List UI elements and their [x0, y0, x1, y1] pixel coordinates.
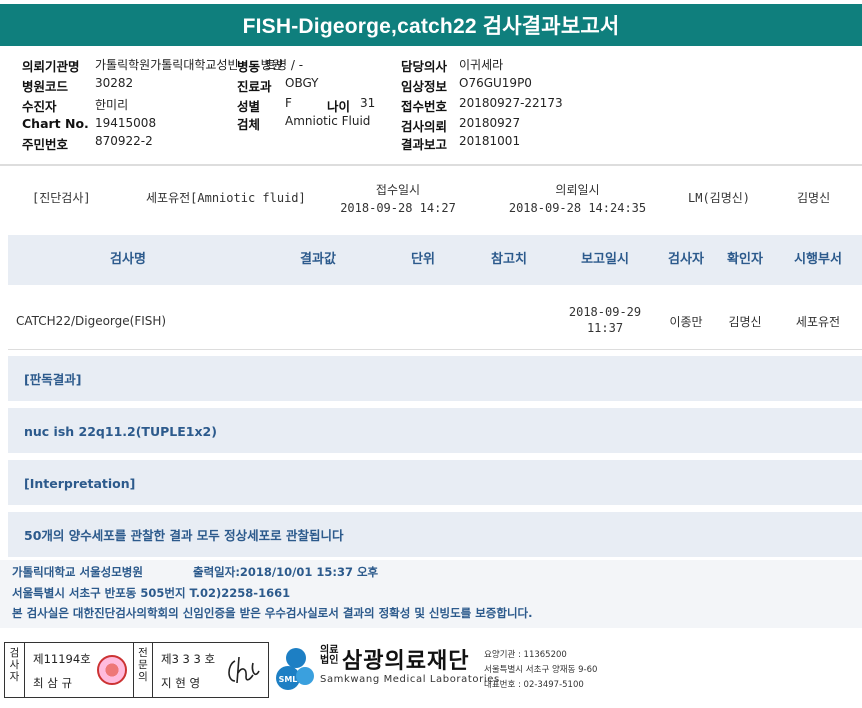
examinee-value: 한미리	[95, 98, 129, 112]
result-heading: [판독결과]	[8, 356, 862, 404]
col-confirmer: 확인자	[727, 252, 763, 267]
received-value: 2018-09-28 14:27	[340, 201, 456, 215]
col-report-date: 보고일시	[581, 252, 629, 267]
cell-department: 세포유전	[795, 315, 841, 329]
report-value: 20181001	[459, 134, 521, 148]
summary-specimen: 세포유전[Amniotic fluid]	[146, 191, 306, 205]
receipt-value: 20180927-22173	[459, 96, 563, 110]
sex-value: F	[285, 96, 292, 110]
rrn-value: 870922-2	[95, 134, 153, 148]
request-label: 검사의뢰	[401, 119, 448, 134]
results-table-header: 검사명 결과값 단위 참고치 보고일시 검사자 확인자 시행부서	[8, 235, 862, 285]
request-value: 20180927	[459, 116, 521, 130]
tester-seal-icon	[97, 655, 127, 685]
requested-value: 2018-09-28 14:24:35	[508, 201, 647, 215]
lab-name: 삼광의료재단	[342, 649, 470, 674]
cell-report-time: 11:37	[586, 321, 624, 335]
institution-label: 의뢰기관명	[22, 59, 80, 74]
dept-label: 진료과	[237, 79, 272, 94]
physician-license: 제3 3 3 호	[161, 652, 216, 666]
receipt-label: 접수번호	[401, 99, 448, 114]
col-unit: 단위	[411, 252, 435, 267]
physician-vertical-label: 전문의	[133, 643, 153, 697]
tester-vertical-label: 검사자	[5, 643, 25, 697]
clinical-value: O76GU19P0	[459, 76, 532, 90]
lab-code: 요양기관 : 11365200	[484, 650, 567, 660]
footer-certification: 본 검사실은 대한진단검사의학회의 신임인증을 받은 우수검사실로서 결과의 정…	[12, 606, 533, 620]
lab-english-name: Samkwang Medical Laboratories	[320, 674, 500, 685]
result-karyotype: nuc ish 22q11.2(TUPLE1x2)	[8, 408, 862, 456]
chart-no-label: Chart No.	[22, 116, 89, 131]
ward-label: 병동	[237, 56, 261, 75]
footer-printed: 출력일자:2018/10/01 15:37 오후	[193, 565, 379, 579]
sml-logo-icon: SML	[276, 648, 314, 690]
summary-lm: LM(김명신)	[688, 191, 751, 205]
sml-logo-text: SML	[279, 675, 298, 684]
age-label: 나이	[327, 99, 351, 114]
requested-label: 의뢰일시	[555, 183, 600, 197]
divider	[0, 164, 862, 166]
report-title: FISH-Digeorge,catch22 검사결과보고서	[0, 4, 862, 46]
rrn-label: 주민번호	[22, 137, 69, 152]
col-department: 시행부서	[794, 252, 842, 267]
col-tester: 검사자	[668, 252, 704, 267]
report-label: 결과보고	[401, 137, 448, 152]
signature-box: 검사자 제11194호 최 삼 규 전문의 제3 3 3 호 지 현 영	[4, 642, 269, 698]
physician-signature-icon	[228, 656, 260, 684]
doctor-value: 이귀세라	[459, 58, 504, 72]
tester-license: 제11194호	[33, 652, 91, 666]
hospital-code-value: 30282	[95, 76, 134, 90]
physician-name: 지 현 영	[161, 676, 201, 690]
hospital-code-label: 병원코드	[22, 79, 69, 94]
report-footer: 가톨릭대학교 서울성모병원 출력일자:2018/10/01 15:37 오후 서…	[0, 560, 862, 628]
clinical-label: 임상정보	[401, 79, 448, 94]
interpretation-heading: [Interpretation]	[8, 460, 862, 508]
specimen-value: Amniotic Fluid	[285, 114, 371, 128]
footer-hospital: 가톨릭대학교 서울성모병원	[12, 565, 143, 579]
tester-name: 최 삼 규	[33, 676, 73, 690]
doctor-label: 담당의사	[401, 59, 448, 74]
dept-value: OBGY	[285, 76, 319, 90]
specimen-label: 검체	[237, 117, 261, 132]
patient-info: 의뢰기관명 가톨릭학원가톨릭대학교성빈센트병원 병동 트병 / - 병원코드 3…	[0, 52, 862, 162]
summary-category: [진단검사]	[32, 191, 91, 205]
age-value: 31	[360, 96, 376, 110]
lab-corp-label: 의료법인	[320, 645, 339, 666]
received-label: 접수일시	[375, 183, 421, 197]
cell-tester: 이종만	[669, 315, 703, 329]
sex-label: 성별	[237, 99, 261, 114]
summary-row: [진단검사] 세포유전[Amniotic fluid] 접수일시 2018-09…	[0, 180, 862, 220]
interpretation-text: 50개의 양수세포를 관찰한 결과 모두 정상세포로 관찰됩니다	[8, 512, 862, 560]
cell-test-name: CATCH22/Digeorge(FISH)	[16, 314, 167, 328]
lab-address: 서울특별시 서초구 양재동 9-60	[484, 665, 598, 675]
examinee-label: 수진자	[22, 99, 57, 114]
cell-confirmer: 김명신	[728, 315, 762, 329]
ward-value: 트병 / -	[265, 58, 304, 72]
chart-no-value: 19415008	[95, 116, 157, 130]
table-row[interactable]: CATCH22/Digeorge(FISH) 2018-09-29 11:37 …	[8, 290, 862, 350]
col-reference: 참고치	[491, 252, 527, 267]
col-result: 결과값	[300, 252, 336, 267]
footer-address: 서울특별시 서초구 반포동 505번지 T.02)2258-1661	[12, 586, 291, 600]
cell-report-date: 2018-09-29	[568, 305, 642, 319]
col-test-name: 검사명	[110, 252, 146, 267]
summary-doctor: 김명신	[797, 191, 831, 205]
lab-contact: 요양기관 : 11365200 서울특별시 서초구 양재동 9-60 대표번호 …	[484, 648, 597, 693]
lab-phone: 대표번호 : 02-3497-5100	[484, 680, 584, 690]
